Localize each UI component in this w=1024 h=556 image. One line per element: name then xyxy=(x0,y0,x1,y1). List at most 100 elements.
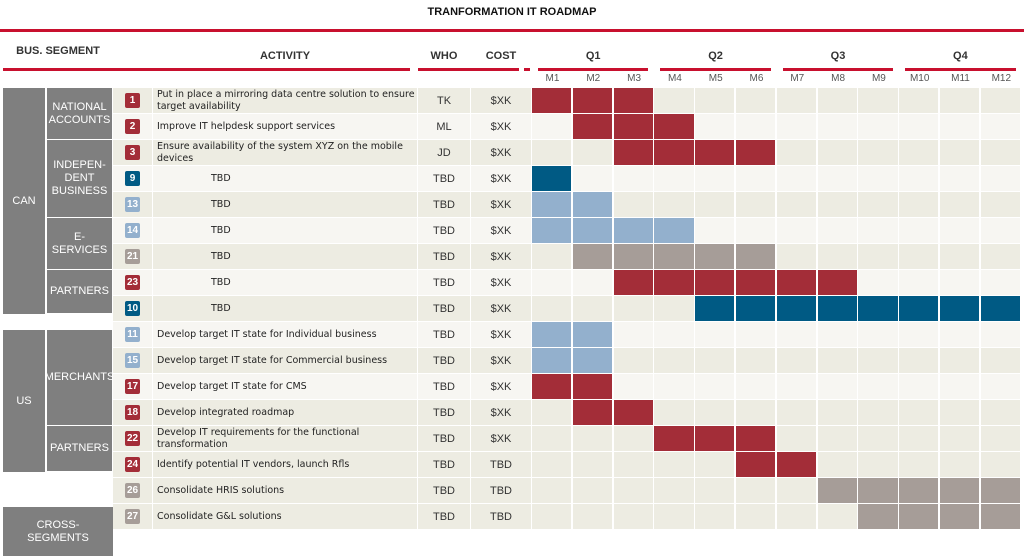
gantt-bar-segment xyxy=(572,400,613,425)
cost-cell: $XK xyxy=(471,296,531,321)
who-cell: TBD xyxy=(418,322,470,347)
cost-cell: $XK xyxy=(471,166,531,191)
gantt-bar-segment xyxy=(532,348,572,373)
activity-id-badge: 15 xyxy=(125,353,140,368)
activity-id-badge: 17 xyxy=(125,379,140,394)
month-cell xyxy=(572,504,613,529)
activity-id-badge: 10 xyxy=(125,301,140,316)
gantt-bar-segment xyxy=(899,504,939,529)
month-cell xyxy=(736,114,776,139)
month-cell xyxy=(817,140,857,165)
subsegment-e-services: E-SERVICES xyxy=(47,218,112,269)
roadmap-row: 9 TBD TBD $XK xyxy=(113,166,1022,192)
gantt-bar-segment xyxy=(858,478,898,503)
activity-text: Put in place a mirroring data centre sol… xyxy=(153,88,417,113)
gantt-bar-segment xyxy=(817,270,857,295)
month-cell xyxy=(695,374,735,399)
who-cell: TBD xyxy=(418,400,470,425)
month-cell xyxy=(858,88,898,113)
month-cell xyxy=(858,322,898,347)
activity-id-badge: 3 xyxy=(125,145,140,160)
activity-text: TBD xyxy=(153,166,417,191)
cost-cell: $XK xyxy=(471,426,531,451)
month-cell xyxy=(613,192,653,217)
month-cell xyxy=(899,166,939,191)
month-cell xyxy=(858,244,898,269)
gantt-bar-segment xyxy=(613,218,653,243)
roadmap-row: 17 Develop target IT state for CMS TBD $XK xyxy=(113,374,1022,400)
month-cell xyxy=(695,452,735,477)
month-cell xyxy=(654,166,694,191)
month-cell xyxy=(940,426,980,451)
month-cell xyxy=(654,478,694,503)
cost-cell: $XK xyxy=(471,192,531,217)
gantt-bar-segment xyxy=(980,504,1021,529)
month-cell xyxy=(613,426,653,451)
activity-id-badge: 22 xyxy=(125,431,140,446)
month-cell xyxy=(899,322,939,347)
activity-text: TBD xyxy=(153,270,417,295)
cost-cell: TBD xyxy=(471,452,531,477)
gantt-bar-segment xyxy=(572,88,613,113)
month-cell xyxy=(980,192,1021,217)
month-cell xyxy=(613,478,653,503)
quarter-underline xyxy=(660,68,771,71)
month-cell xyxy=(980,88,1021,113)
month-cell xyxy=(980,270,1021,295)
activity-id-badge: 13 xyxy=(125,197,140,212)
month-label-m9: M9 xyxy=(871,73,886,84)
quarter-label-q4: Q4 xyxy=(953,50,968,62)
header-underline-who-cost xyxy=(418,68,519,71)
badge-cell: 2 xyxy=(113,114,152,139)
month-cell xyxy=(817,88,857,113)
badge-cell: 3 xyxy=(113,140,152,165)
quarter-label-q1: Q1 xyxy=(585,50,601,62)
month-cell xyxy=(736,348,776,373)
subsegment-partners: PARTNERS xyxy=(47,426,112,471)
month-cell xyxy=(776,348,817,373)
gantt-bar-segment xyxy=(613,244,653,269)
month-cell xyxy=(817,322,857,347)
month-cell xyxy=(817,400,857,425)
quarter-label-q3: Q3 xyxy=(830,50,846,62)
gantt-bar-segment xyxy=(532,88,572,113)
month-label-m10: M10 xyxy=(909,73,930,84)
cost-cell: $XK xyxy=(471,140,531,165)
activity-text: Improve IT helpdesk support services xyxy=(153,114,417,139)
gantt-bar-segment xyxy=(858,296,898,321)
month-cell xyxy=(980,400,1021,425)
month-cell xyxy=(613,348,653,373)
activity-id-badge: 18 xyxy=(125,405,140,420)
roadmap-row: 11 Develop target IT state for Individual… xyxy=(113,322,1022,348)
gantt-bar-segment xyxy=(572,322,613,347)
month-cell xyxy=(776,322,817,347)
month-cell xyxy=(532,270,572,295)
month-cell xyxy=(736,166,776,191)
month-label-m3: M3 xyxy=(627,73,642,84)
gantt-bar-segment xyxy=(654,244,694,269)
month-cell xyxy=(776,426,817,451)
gantt-bar-segment xyxy=(776,270,817,295)
badge-cell: 11 xyxy=(113,322,152,347)
who-cell: TBD xyxy=(418,374,470,399)
page-title: TRANFORMATION IT ROADMAP xyxy=(427,6,597,18)
month-cell xyxy=(736,192,776,217)
month-cell xyxy=(940,322,980,347)
activity-text: TBD xyxy=(153,296,417,321)
gantt-bar-segment xyxy=(532,166,572,191)
activity-id-badge: 11 xyxy=(125,327,140,342)
gantt-bar-segment xyxy=(654,270,694,295)
roadmap-row: 26 Consolidate HRIS solutions TBD TBD xyxy=(113,478,1022,504)
activity-text: Consolidate G&L solutions xyxy=(153,504,417,529)
month-cell xyxy=(899,218,939,243)
gantt-bar-segment xyxy=(736,426,776,451)
header-segment: BUS. SEGMENT xyxy=(16,45,100,57)
who-cell: TBD xyxy=(418,192,470,217)
month-cell xyxy=(940,348,980,373)
activity-text: TBD xyxy=(153,244,417,269)
month-cell xyxy=(940,140,980,165)
month-cell xyxy=(940,88,980,113)
badge-cell: 10 xyxy=(113,296,152,321)
month-cell xyxy=(858,400,898,425)
month-cell xyxy=(899,270,939,295)
